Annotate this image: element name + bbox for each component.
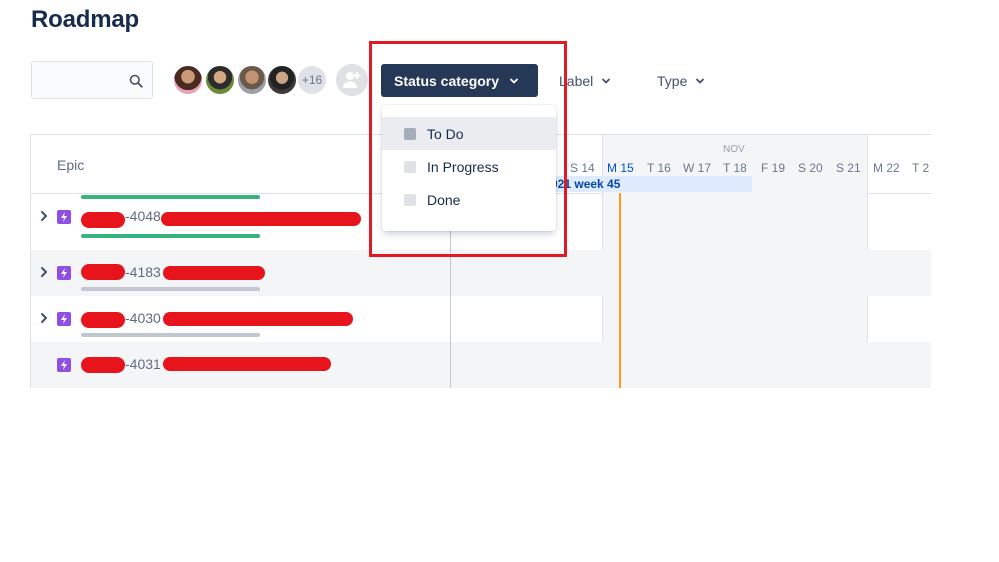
week-band: 021 week 45 — [551, 176, 752, 192]
chevron-right-icon[interactable] — [39, 312, 49, 324]
redaction-mark — [81, 264, 125, 280]
chevron-down-icon — [602, 78, 611, 83]
day-label: T 18 — [723, 161, 747, 175]
epic-icon — [57, 312, 71, 326]
table-row[interactable]: -4031 — [31, 342, 931, 388]
day-label: S 14 — [570, 161, 595, 175]
page-title: Roadmap — [31, 6, 139, 33]
redaction-mark — [81, 357, 125, 373]
redaction-mark — [81, 312, 125, 328]
redaction-mark — [81, 212, 125, 228]
avatar[interactable] — [204, 64, 236, 96]
search-icon — [129, 74, 143, 88]
avatar[interactable] — [172, 64, 204, 96]
redaction-mark — [163, 312, 353, 326]
avatar[interactable] — [236, 64, 268, 96]
avatar[interactable] — [266, 64, 298, 96]
table-row[interactable]: -4030 — [31, 296, 931, 342]
add-people-button[interactable] — [336, 64, 368, 96]
search-input[interactable] — [31, 61, 153, 99]
progress-bar — [81, 333, 260, 337]
chevron-right-icon[interactable] — [39, 210, 49, 222]
redaction-mark — [163, 266, 265, 280]
day-label: S 20 — [798, 161, 823, 175]
issue-key: -4030 — [125, 310, 161, 326]
progress-bar — [81, 287, 260, 291]
progress-bar — [81, 234, 260, 238]
redaction-mark — [161, 212, 361, 226]
epic-icon — [57, 266, 71, 280]
progress-bar — [81, 195, 260, 199]
day-label: T 2 — [912, 161, 930, 175]
chevron-right-icon[interactable] — [39, 266, 49, 278]
epic-icon — [57, 210, 71, 224]
day-label: W 17 — [683, 161, 712, 175]
epic-icon — [57, 358, 71, 372]
day-label: M 22 — [873, 161, 900, 175]
today-marker — [619, 193, 621, 388]
type-filter-button[interactable]: Type — [657, 64, 705, 97]
epic-header-label: Epic — [57, 157, 85, 173]
add-person-icon — [343, 72, 361, 88]
redaction-mark — [163, 357, 331, 371]
chevron-down-icon — [696, 78, 705, 83]
day-label: S 21 — [836, 161, 861, 175]
type-filter-label: Type — [657, 72, 688, 89]
month-label: NOV — [723, 144, 745, 155]
annotation-highlight-box — [369, 41, 567, 257]
issue-key: -4183 — [125, 264, 161, 280]
day-label: T 16 — [647, 161, 671, 175]
more-avatars-button[interactable]: +16 — [296, 64, 328, 96]
issue-key: -4048 — [125, 208, 161, 224]
day-label: F 19 — [761, 161, 786, 175]
issue-key: -4031 — [125, 356, 161, 372]
day-label-today: M 15 — [607, 161, 634, 175]
